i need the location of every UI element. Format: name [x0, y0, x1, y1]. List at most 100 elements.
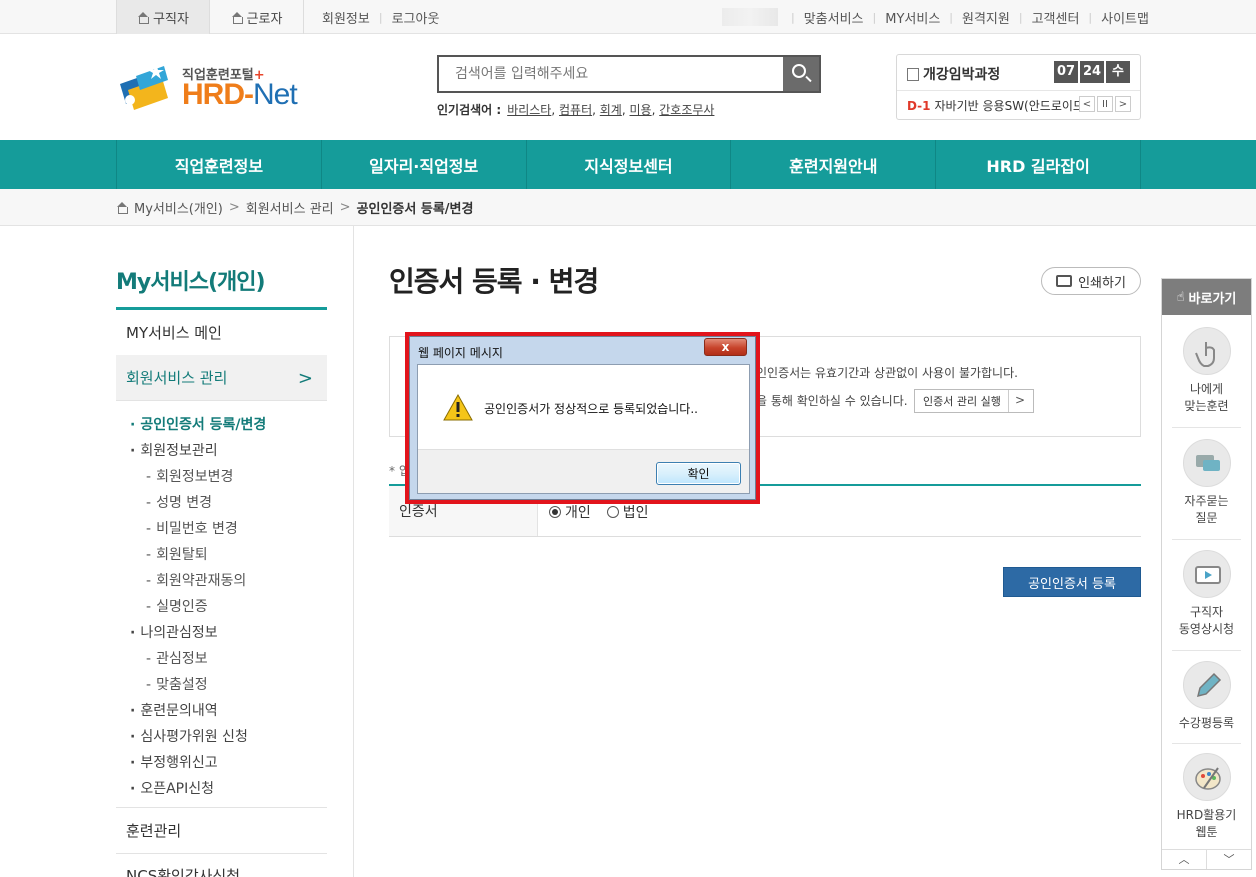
sidebar-item-label: MY서비스 메인 [126, 324, 222, 342]
sidebar-title: My서비스(개인) [116, 270, 266, 295]
popular-keyword[interactable]: 간호조무사 [659, 103, 714, 117]
sidebar-item-my-service-main[interactable]: MY서비스 메인 [116, 310, 327, 356]
home-icon [137, 11, 150, 24]
radio-personal-label[interactable]: 개인 [565, 502, 591, 522]
quick-item-label: 나에게 [1189, 382, 1224, 396]
popular-keyword[interactable]: 회계 [600, 103, 622, 117]
breadcrumb-item[interactable]: My서비스(개인) [134, 198, 223, 217]
radio-corporate-label[interactable]: 법인 [623, 502, 649, 522]
quick-menu-scroll: ︿ ﹀ [1162, 849, 1251, 869]
sidebar: My서비스(개인) MY서비스 메인 회원서비스 관리 > 공인인증서 등록/변… [116, 226, 327, 877]
notice-text: 을 통해 확인하실 수 있습니다. [756, 394, 908, 408]
user-name-redacted [722, 8, 778, 26]
sidebar-sub-real-name-auth[interactable]: 실명인증 [146, 596, 208, 616]
tab-worker-label: 근로자 [246, 11, 283, 27]
sidebar-sub-evaluator-apply[interactable]: 심사평가위원 신청 [130, 726, 248, 746]
cert-type-options: 개인 법인 [549, 502, 649, 522]
sitemap-link[interactable]: 사이트맵 [1101, 8, 1149, 27]
sidebar-sub-password-change[interactable]: 비밀번호 변경 [146, 518, 238, 538]
customer-center-link[interactable]: 고객센터 [1032, 8, 1080, 27]
opening-course-link[interactable]: D-1 자바기반 응용SW(안드로이드 [907, 97, 1079, 114]
scroll-up-button[interactable]: ︿ [1162, 850, 1207, 869]
member-info-link[interactable]: 회원정보 [322, 8, 370, 27]
nav-training-support[interactable]: 훈련지원안내 [731, 140, 937, 189]
popular-keyword[interactable]: 컴퓨터 [559, 103, 592, 117]
main-navigation: 직업훈련정보 일자리·직업정보 지식정보센터 훈련지원안내 HRD 길라잡이 [0, 140, 1256, 189]
nav-knowledge-center[interactable]: 지식정보센터 [527, 140, 732, 189]
register-cert-button[interactable]: 공인인증서 등록 [1003, 567, 1141, 597]
quick-item-label: 웹툰 [1195, 825, 1218, 839]
prev-button[interactable]: < [1079, 96, 1095, 112]
search-button[interactable] [783, 57, 819, 91]
chat-bubble-icon [1182, 439, 1231, 487]
pause-button[interactable]: II [1097, 96, 1113, 112]
sidebar-sub-cert-register[interactable]: 공인인증서 등록/변경 [130, 414, 266, 434]
quick-item-recommended-training[interactable]: 나에게 맞는훈련 [1172, 327, 1241, 415]
logout-link[interactable]: 로그아웃 [392, 8, 440, 27]
sidebar-sub-misconduct-report[interactable]: 부정행위신고 [130, 752, 217, 772]
date-weekday: 수 [1106, 61, 1130, 83]
divider [897, 90, 1140, 91]
sidebar-sub-my-interest[interactable]: 나의관심정보 [130, 622, 217, 642]
search-input[interactable] [439, 57, 783, 91]
dialog-ok-button[interactable]: 확인 [656, 462, 741, 485]
sidebar-sub-interest-info[interactable]: 관심정보 [146, 648, 208, 668]
scroll-down-button[interactable]: ﹀ [1207, 850, 1251, 869]
custom-service-link[interactable]: 맞춤서비스 [804, 8, 864, 27]
radio-personal[interactable] [549, 506, 561, 518]
memo-icon [907, 67, 919, 81]
print-button[interactable]: 인쇄하기 [1041, 267, 1141, 295]
breadcrumb-item[interactable]: 회원서비스 관리 [246, 198, 334, 217]
remote-support-link[interactable]: 원격지원 [962, 8, 1010, 27]
divider: | [791, 10, 795, 24]
sidebar-sub-member-info-change[interactable]: 회원정보변경 [146, 466, 233, 486]
next-button[interactable]: > [1115, 96, 1131, 112]
quick-item-video[interactable]: 구직자 동영상시청 [1172, 550, 1241, 638]
quick-item-webtoon[interactable]: HRD활용기 웹툰 [1172, 753, 1241, 841]
quick-menu-title: ☝ 바로가기 [1162, 279, 1251, 315]
quick-item-label: HRD활용기 [1176, 808, 1237, 822]
quick-item-label: 수강평등록 [1178, 716, 1235, 730]
sidebar-item-member-service[interactable]: 회원서비스 관리 > [116, 355, 327, 401]
sidebar-sub-name-change[interactable]: 성명 변경 [146, 492, 212, 512]
popular-keyword[interactable]: 바리스타 [507, 103, 551, 117]
quick-item-review[interactable]: 수강평등록 [1172, 661, 1241, 732]
radio-corporate[interactable] [606, 506, 619, 518]
popular-keyword[interactable]: 미용 [630, 103, 652, 117]
quick-item-label: 동영상시청 [1178, 622, 1235, 636]
course-rotator-controls: < II > [1079, 96, 1131, 112]
sidebar-sub-open-api[interactable]: 오픈API신청 [130, 778, 214, 798]
hrd-net-logo[interactable]: 직업훈련포털+ HRD-Net [116, 62, 316, 114]
quick-menu-title-text: 바로가기 [1188, 291, 1237, 307]
pointer-icon: ☝ [1176, 289, 1185, 305]
home-icon[interactable] [116, 202, 128, 214]
my-service-link[interactable]: MY서비스 [885, 8, 940, 27]
popular-keywords: 인기검색어 : 바리스타, 컴퓨터, 회계, 미용, 간호조무사 [437, 103, 715, 117]
dialog-body: 공인인증서가 정상적으로 등록되었습니다.. 확인 [417, 364, 750, 494]
nav-job-info[interactable]: 일자리·직업정보 [322, 140, 527, 189]
sidebar-item-ncs-instructor[interactable]: NCS확인강사신청 [116, 853, 327, 877]
sidebar-item-label: 훈련관리 [126, 822, 182, 840]
dialog-close-button[interactable]: x [704, 338, 747, 356]
tab-worker[interactable]: 근로자 [210, 0, 304, 34]
dialog-footer: 확인 [418, 449, 749, 493]
printer-icon [1056, 275, 1073, 287]
sidebar-sub-training-inquiry[interactable]: 훈련문의내역 [130, 700, 217, 720]
sidebar-sub-custom-settings[interactable]: 맞춤설정 [146, 674, 208, 694]
sidebar-sub-withdraw[interactable]: 회원탈퇴 [146, 544, 208, 564]
message-dialog: 웹 페이지 메시지 x 공인인증서가 정상적으로 등록되었습니다.. 확인 [409, 336, 756, 500]
nav-hrd-guide[interactable]: HRD 길라잡이 [936, 140, 1141, 189]
date-month: 07 [1054, 61, 1078, 83]
sidebar-sub-terms-reagree[interactable]: 회원약관재동의 [146, 570, 246, 590]
dialog-title: 웹 페이지 메시지 [418, 346, 503, 360]
site-header: 직업훈련포털+ HRD-Net 인기검색어 :바리스타, 컴퓨터, 회계, 미용… [0, 34, 1256, 140]
quick-menu: ☝ 바로가기 나에게 맞는훈련 자주묻는 질문 구직자 동영상시청 수강평등록 [1161, 278, 1252, 870]
quick-item-faq[interactable]: 자주묻는 질문 [1172, 439, 1241, 527]
cert-manager-button[interactable]: 인증서 관리 실행 > [914, 389, 1034, 413]
sidebar-sub-member-info[interactable]: 회원정보관리 [130, 440, 217, 460]
nav-training-info[interactable]: 직업훈련정보 [117, 140, 322, 189]
pencil-icon [1182, 661, 1231, 709]
date-day: 24 [1080, 61, 1104, 83]
sidebar-item-training-manage[interactable]: 훈련관리 [116, 808, 327, 854]
tab-job-seeker[interactable]: 구직자 [116, 0, 210, 34]
